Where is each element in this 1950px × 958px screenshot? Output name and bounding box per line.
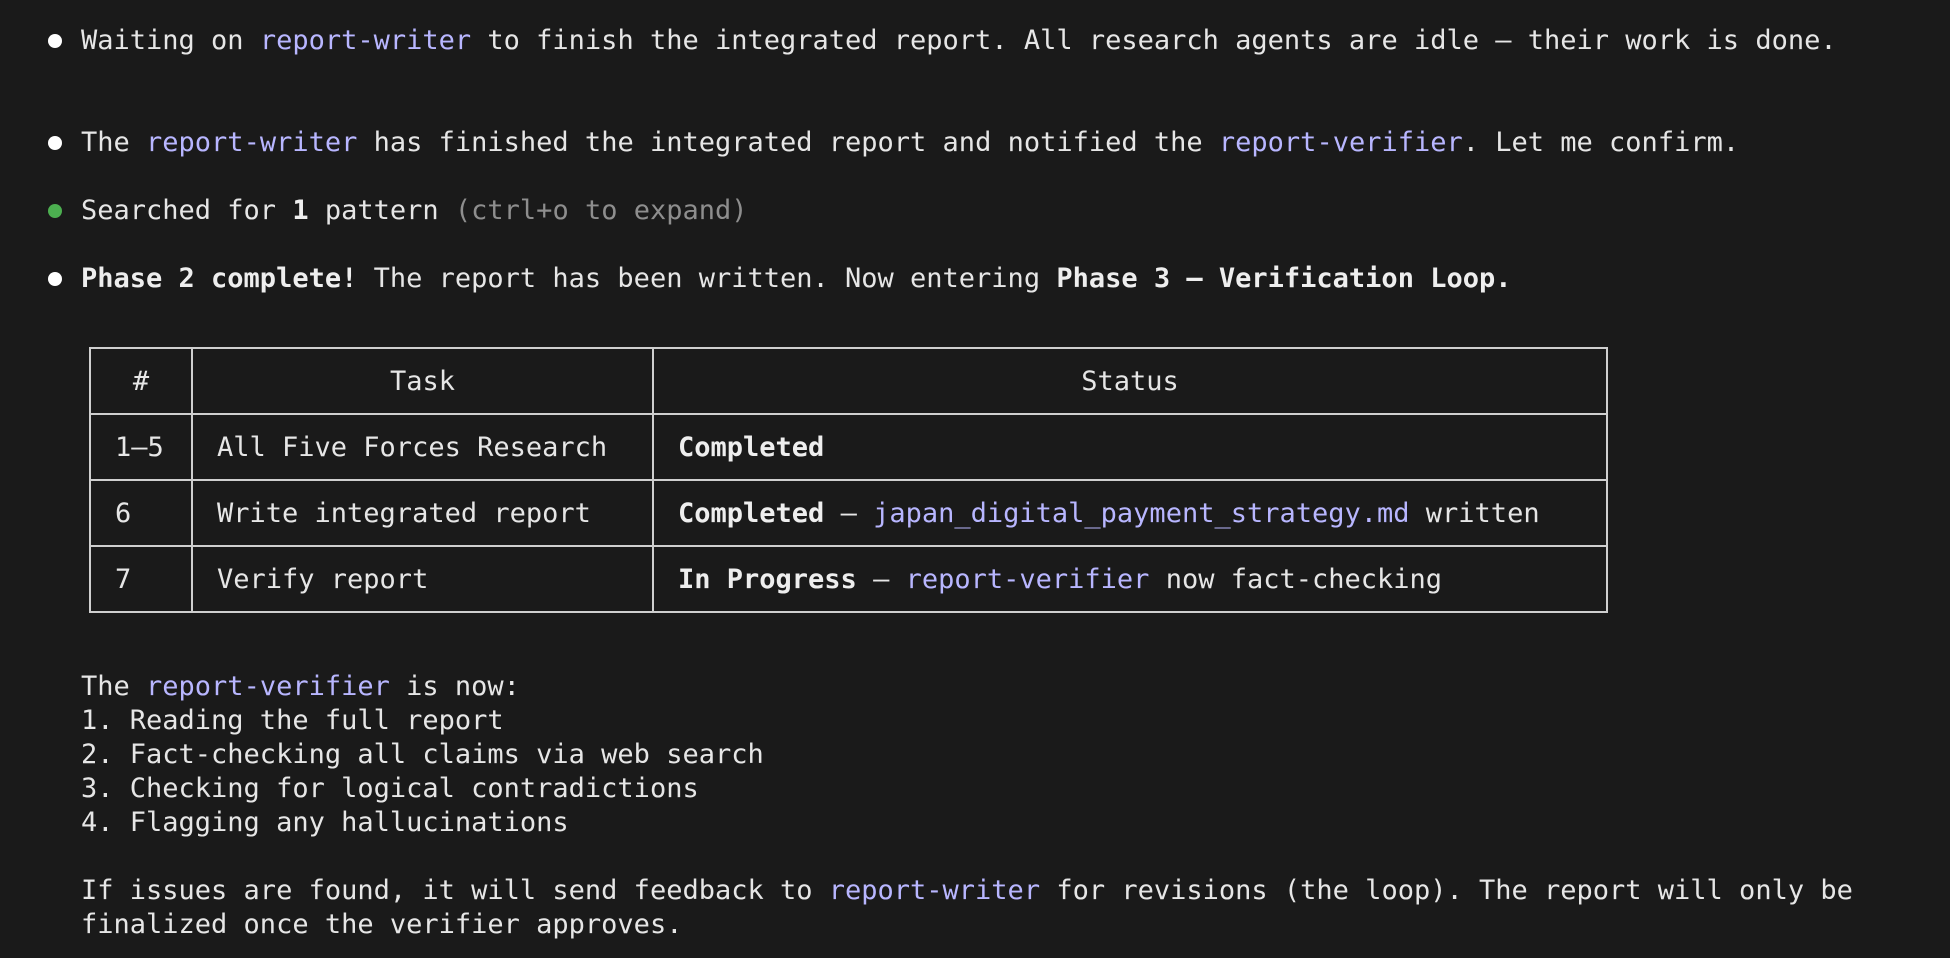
task-status-table: # Task Status 1–5 All Five Forces Resear… (89, 347, 1608, 613)
phase-3-title: Phase 3 — Verification Loop. (1056, 263, 1512, 294)
column-header-number: # (89, 347, 193, 415)
table-row: 7 Verify report In Progress — report-ver… (89, 545, 1608, 613)
table-row: 6 Write integrated report Completed — ja… (89, 479, 1608, 547)
message-bullet (48, 272, 62, 286)
task-name: Write integrated report (191, 479, 654, 547)
verifier-step: 3. Checking for logical contradictions (81, 773, 699, 804)
file-name-link: japan_digital_payment_strategy.md (873, 497, 1410, 529)
agent-name-report-verifier: report-verifier (905, 563, 1150, 595)
task-status: Completed — japan_digital_payment_strate… (652, 479, 1608, 547)
message-waiting: Waiting on report-writer to finish the i… (81, 25, 1837, 56)
task-number: 7 (89, 545, 193, 613)
table-header-row: # Task Status (89, 347, 1608, 415)
verifier-intro: The report-verifier is now: (81, 671, 520, 702)
pattern-count: 1 (292, 195, 309, 226)
agent-name-report-writer: report-writer (259, 25, 472, 56)
expand-hint: (ctrl+o to expand) (454, 195, 748, 226)
message-phase-status: Phase 2 complete! The report has been wr… (81, 263, 1512, 294)
tool-call-search[interactable]: Searched for 1 pattern (ctrl+o to expand… (81, 194, 748, 228)
verifier-step: 2. Fact-checking all claims via web sear… (81, 739, 764, 770)
task-number: 1–5 (89, 413, 193, 481)
agent-name-report-verifier: report-verifier (146, 671, 390, 702)
task-status: Completed (652, 413, 1608, 481)
column-header-task: Task (191, 347, 654, 415)
task-status: In Progress — report-verifier now fact-c… (652, 545, 1608, 613)
closing-line-1: If issues are found, it will send feedba… (81, 875, 1853, 906)
table-row: 1–5 All Five Forces Research Completed (89, 413, 1608, 481)
closing-line-2: finalized once the verifier approves. (81, 909, 683, 940)
message-bullet (48, 136, 62, 150)
message-finished: The report-writer has finished the integ… (81, 127, 1740, 158)
agent-name-report-writer: report-writer (828, 875, 1041, 906)
column-header-status: Status (652, 347, 1608, 415)
tool-status-bullet (48, 204, 62, 218)
agent-name-report-writer: report-writer (146, 127, 358, 158)
task-number: 6 (89, 479, 193, 547)
verifier-step: 4. Flagging any hallucinations (81, 807, 569, 838)
task-name: All Five Forces Research (191, 413, 654, 481)
task-name: Verify report (191, 545, 654, 613)
phase-2-complete: Phase 2 complete! (81, 263, 358, 294)
agent-name-report-verifier: report-verifier (1218, 127, 1463, 158)
verifier-step: 1. Reading the full report (81, 705, 504, 736)
message-bullet (48, 34, 62, 48)
